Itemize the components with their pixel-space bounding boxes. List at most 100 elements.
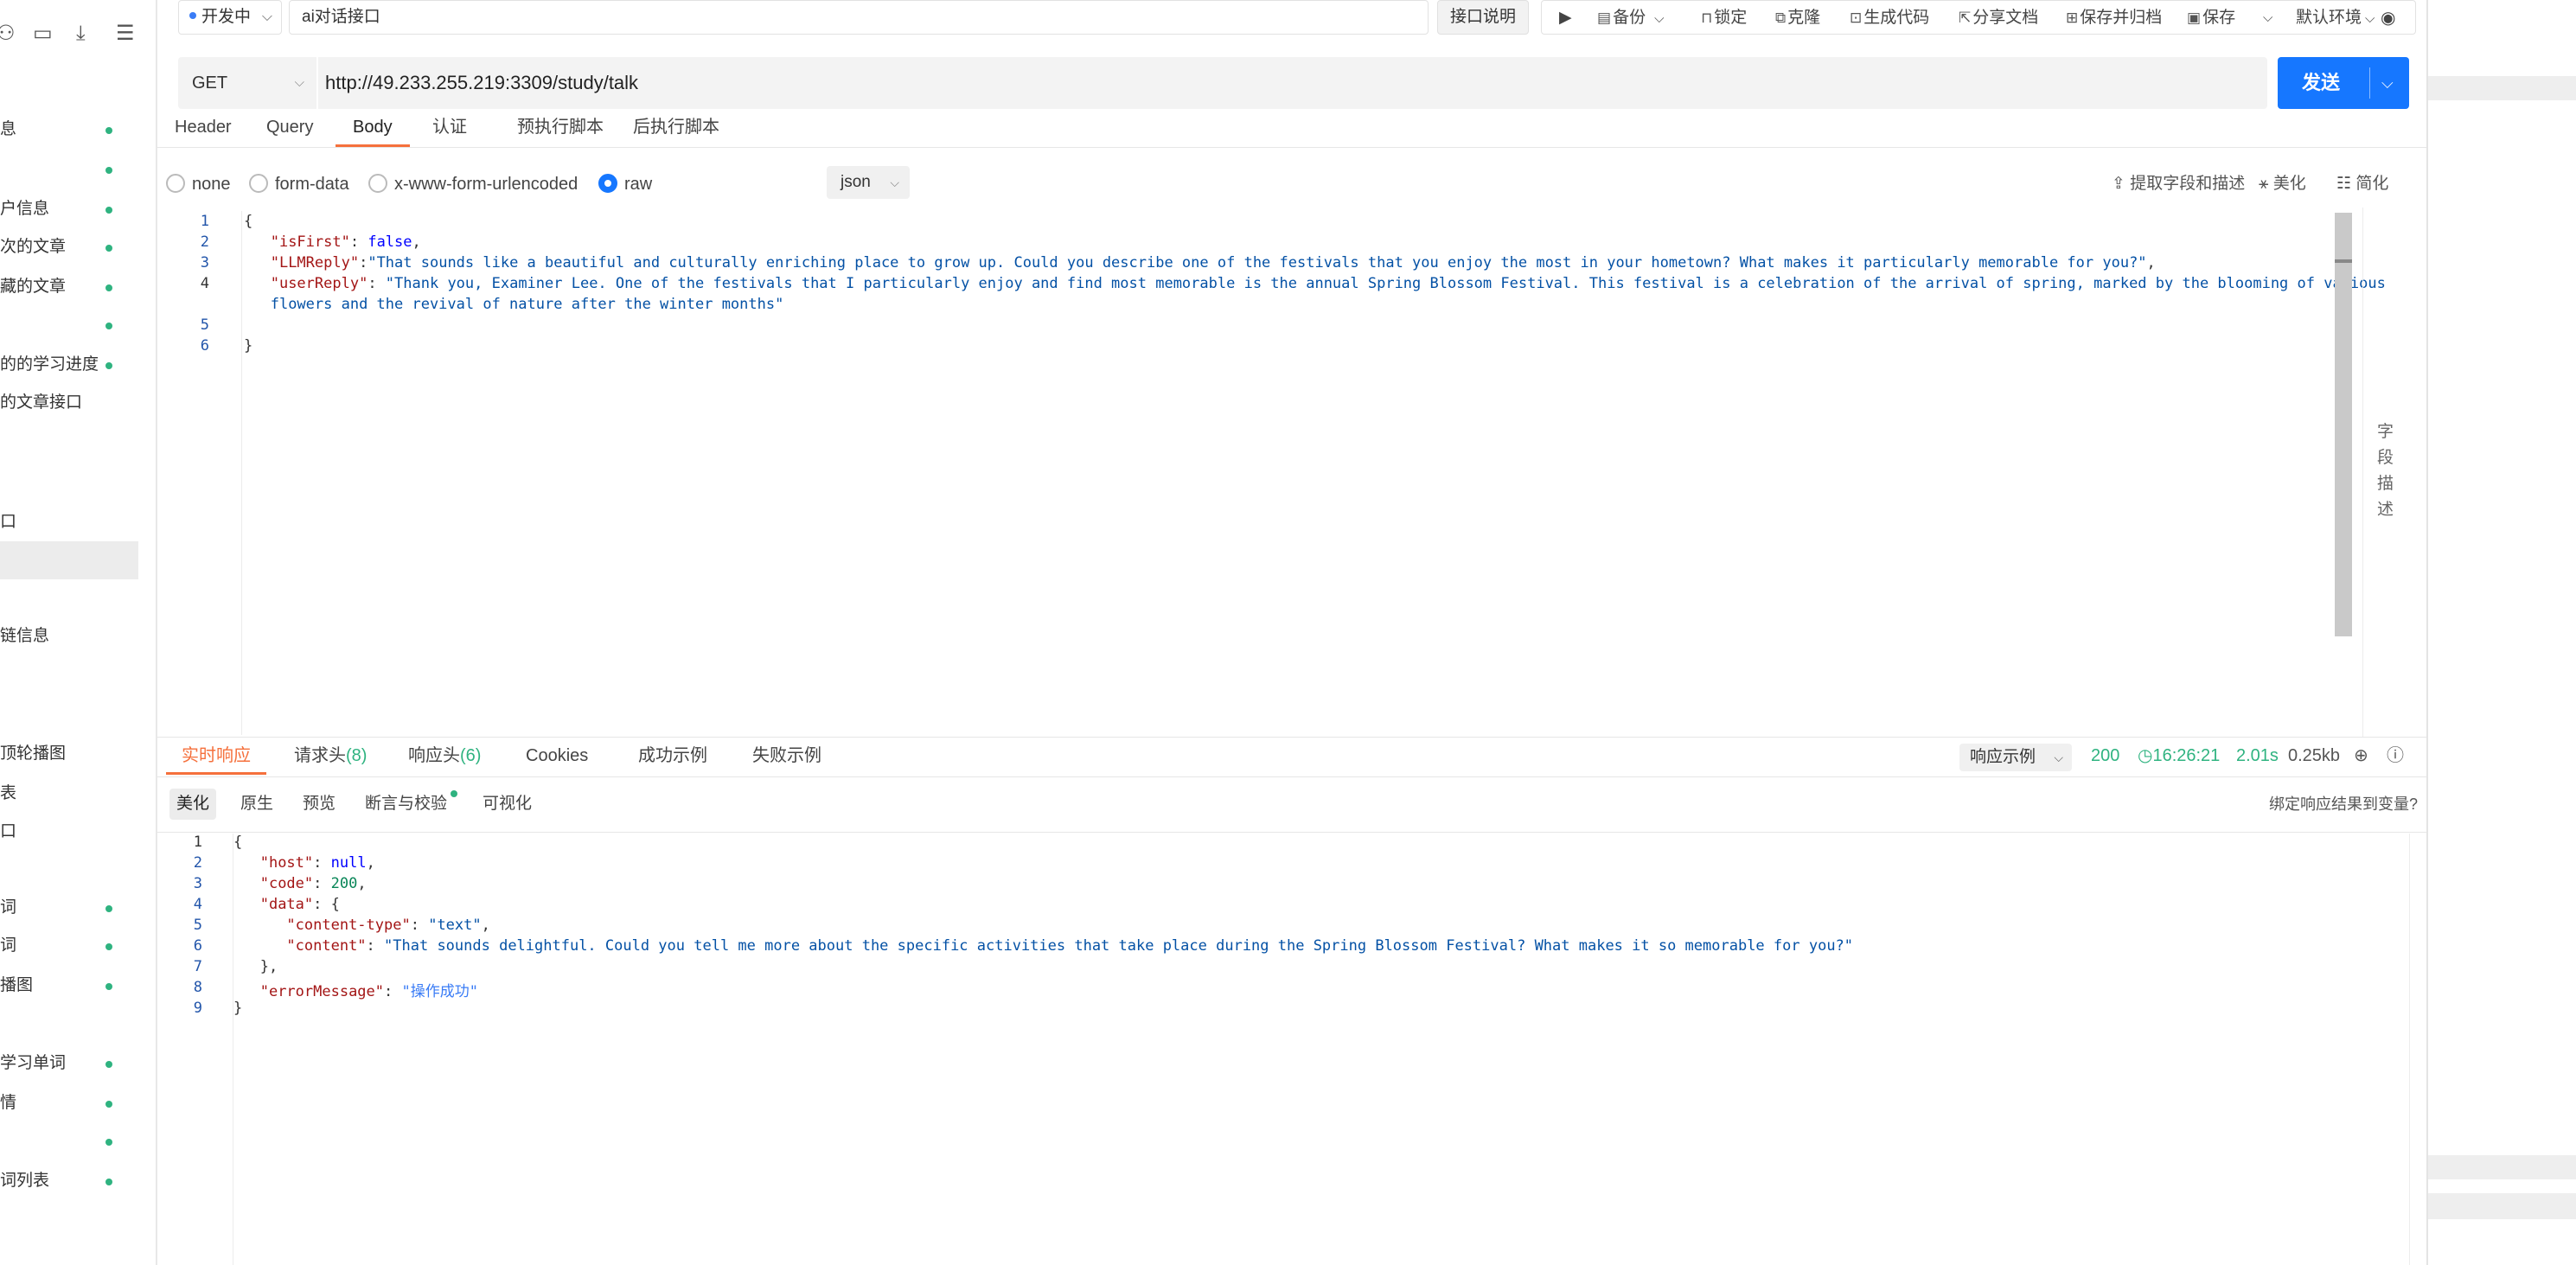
sidebar-item[interactable] bbox=[0, 306, 138, 344]
url-bar: GET ⌵ http://49.233.255.219:3309/study/t… bbox=[178, 57, 2267, 109]
lock-button[interactable]: ⊓ 锁定 bbox=[1701, 1, 1747, 35]
sidebar-item[interactable]: 次的文章 bbox=[0, 228, 138, 266]
import-icon[interactable]: ⤓ bbox=[76, 21, 86, 47]
gen-code-button[interactable]: ⊡ 生成代码 bbox=[1850, 1, 1929, 35]
response-time: ◷16:26:21 bbox=[2138, 737, 2220, 775]
sidebar-item[interactable]: 词 bbox=[0, 889, 138, 927]
globe-icon[interactable]: ⊕ bbox=[2354, 737, 2368, 775]
sidebar-item[interactable]: 户信息 bbox=[0, 190, 138, 228]
api-doc-button[interactable]: 接口说明 bbox=[1437, 0, 1530, 35]
example-label: 响应示例 bbox=[1970, 748, 2036, 766]
scroll-thumb[interactable] bbox=[2335, 259, 2352, 263]
tab-success-example[interactable]: 成功示例 bbox=[638, 737, 707, 775]
share-doc-button[interactable]: ⇱ 分享文档 bbox=[1959, 1, 2038, 35]
tab-failure-example[interactable]: 失败示例 bbox=[752, 737, 821, 775]
chevron-down-icon[interactable]: ⌵ bbox=[1654, 11, 1664, 26]
sidebar-item[interactable] bbox=[0, 541, 138, 579]
sidebar-item-label: 词 bbox=[0, 898, 17, 917]
status-dot-icon bbox=[105, 245, 112, 252]
sidebar-item[interactable] bbox=[0, 150, 138, 188]
tab-4[interactable]: 预执行脚本 bbox=[517, 112, 604, 147]
tab-cookies[interactable]: Cookies bbox=[526, 737, 588, 775]
line-number: 5 bbox=[200, 316, 209, 334]
radio-raw[interactable]: raw bbox=[598, 171, 652, 197]
response-example-select[interactable]: 响应示例 ⌵ bbox=[1959, 744, 2072, 771]
editor-scrollbar[interactable] bbox=[2335, 213, 2352, 636]
save-archive-button[interactable]: ⊞ 保存并归档 bbox=[2066, 1, 2162, 35]
run-icon[interactable]: ▶ bbox=[1559, 1, 1572, 35]
sidebar-item-label: 口 bbox=[0, 822, 17, 840]
view-preview[interactable]: 预览 bbox=[296, 789, 342, 820]
sidebar-item[interactable]: 情 bbox=[0, 1084, 138, 1122]
sidebar-item[interactable]: 的文章接口 bbox=[0, 384, 138, 422]
tab-response-headers[interactable]: 响应头(6) bbox=[408, 737, 481, 775]
url-input[interactable]: http://49.233.255.219:3309/study/talk bbox=[325, 57, 638, 109]
field-desc-panel-toggle[interactable]: 字 段 描 述 bbox=[2362, 208, 2397, 737]
radio-circle-icon bbox=[368, 173, 387, 193]
radio-circle-icon bbox=[166, 173, 185, 193]
radio-circle-icon bbox=[249, 173, 268, 193]
line-number: 4 bbox=[193, 896, 202, 913]
panel-bar bbox=[2428, 1155, 2576, 1179]
sidebar-item[interactable]: 藏的文章 bbox=[0, 268, 138, 306]
sidebar-item[interactable] bbox=[0, 1122, 138, 1160]
format-select[interactable]: json ⌵ bbox=[827, 166, 910, 199]
collapse-icon[interactable]: ☰ bbox=[116, 21, 135, 47]
chevron-down-icon[interactable]: ⌵ bbox=[2381, 57, 2394, 109]
tab-request-headers[interactable]: 请求头(8) bbox=[294, 737, 367, 775]
view-beautify[interactable]: 美化 bbox=[169, 789, 217, 820]
tab-live-response[interactable]: 实时响应 bbox=[166, 737, 266, 775]
clone-button[interactable]: ⧉ 克隆 bbox=[1775, 1, 1820, 35]
radio-form-data[interactable]: form-data bbox=[249, 171, 349, 197]
radio-circle-icon bbox=[598, 173, 617, 193]
save-button[interactable]: ▣ 保存 bbox=[2187, 1, 2235, 35]
sidebar-item[interactable]: 的的学习进度 bbox=[0, 346, 138, 384]
method-select[interactable]: GET ⌵ bbox=[178, 57, 318, 109]
sync-icon[interactable]: ⚇ bbox=[0, 21, 16, 47]
sidebar-item[interactable]: 口 bbox=[0, 503, 138, 541]
view-raw[interactable]: 原生 bbox=[233, 789, 280, 820]
backup-button[interactable]: ▤ 备份 ⌵ bbox=[1597, 1, 1664, 35]
sidebar-item[interactable]: 词列表 bbox=[0, 1162, 138, 1200]
sidebar-item[interactable]: 学习单词 bbox=[0, 1045, 138, 1083]
method-label: GET bbox=[192, 73, 228, 93]
sidebar-item-label: 藏的文章 bbox=[0, 278, 67, 296]
radio-none[interactable]: none bbox=[166, 171, 231, 197]
tab-5[interactable]: 后执行脚本 bbox=[633, 112, 719, 147]
status-dot-icon bbox=[105, 1101, 112, 1108]
radio-x-www-form-urlencoded[interactable]: x-www-form-urlencoded bbox=[368, 171, 578, 197]
status-dot-icon bbox=[105, 905, 112, 912]
tab-1[interactable]: Query bbox=[266, 112, 313, 147]
response-body-viewer[interactable]: 1 2 3 4 5 6 7 8 9 { "host": null, "code"… bbox=[157, 834, 2409, 1265]
extract-fields-button[interactable]: ⇪ 提取字段和描述 bbox=[2112, 171, 2245, 197]
view-visualize[interactable]: 可视化 bbox=[476, 789, 539, 820]
api-name-input[interactable]: ai对话接口 bbox=[289, 0, 1429, 35]
sidebar-item-label: 的的学习进度 bbox=[0, 355, 99, 374]
simplify-button[interactable]: ☷ 简化 bbox=[2336, 171, 2388, 197]
save-options-chevron-icon[interactable]: ⌵ bbox=[2263, 1, 2272, 35]
view-assertions[interactable]: 断言与校验 bbox=[358, 789, 458, 820]
request-body-editor[interactable]: 1 2 3 4 5 6 { "isFirst": false, "LLMRepl… bbox=[157, 211, 2386, 735]
new-folder-icon[interactable]: ▭ bbox=[33, 21, 53, 47]
sidebar-item[interactable]: 词 bbox=[0, 927, 138, 965]
divider bbox=[157, 776, 2426, 777]
bind-variable-link[interactable]: 绑定响应结果到变量? bbox=[2269, 789, 2418, 820]
info-icon[interactable]: ⓘ bbox=[2387, 737, 2404, 775]
sidebar-item[interactable]: 口 bbox=[0, 813, 138, 851]
eye-icon[interactable]: ◉ bbox=[2381, 1, 2395, 35]
list-icon: ☷ bbox=[2336, 175, 2352, 193]
tab-2[interactable]: Body bbox=[336, 112, 410, 147]
divider bbox=[157, 832, 2426, 833]
env-select[interactable]: 默认环境 ⌵ bbox=[2296, 1, 2375, 35]
tab-3[interactable]: 认证 bbox=[432, 112, 467, 147]
sidebar-item[interactable]: 顶轮播图 bbox=[0, 735, 138, 773]
sidebar-item[interactable]: 表 bbox=[0, 775, 138, 813]
tab-0[interactable]: Header bbox=[175, 112, 232, 147]
sidebar-item[interactable]: 链信息 bbox=[0, 617, 138, 655]
code-line: "LLMReply":"That sounds like a beautiful… bbox=[270, 254, 2156, 272]
status-select[interactable]: 开发中 ⌵ bbox=[178, 0, 282, 35]
send-button[interactable]: 发送 ⌵ bbox=[2278, 57, 2409, 109]
sidebar-item[interactable]: 播图 bbox=[0, 967, 138, 1005]
beautify-button[interactable]: ⚹ 美化 bbox=[2259, 171, 2306, 197]
sidebar-item[interactable]: 息 bbox=[0, 111, 138, 149]
